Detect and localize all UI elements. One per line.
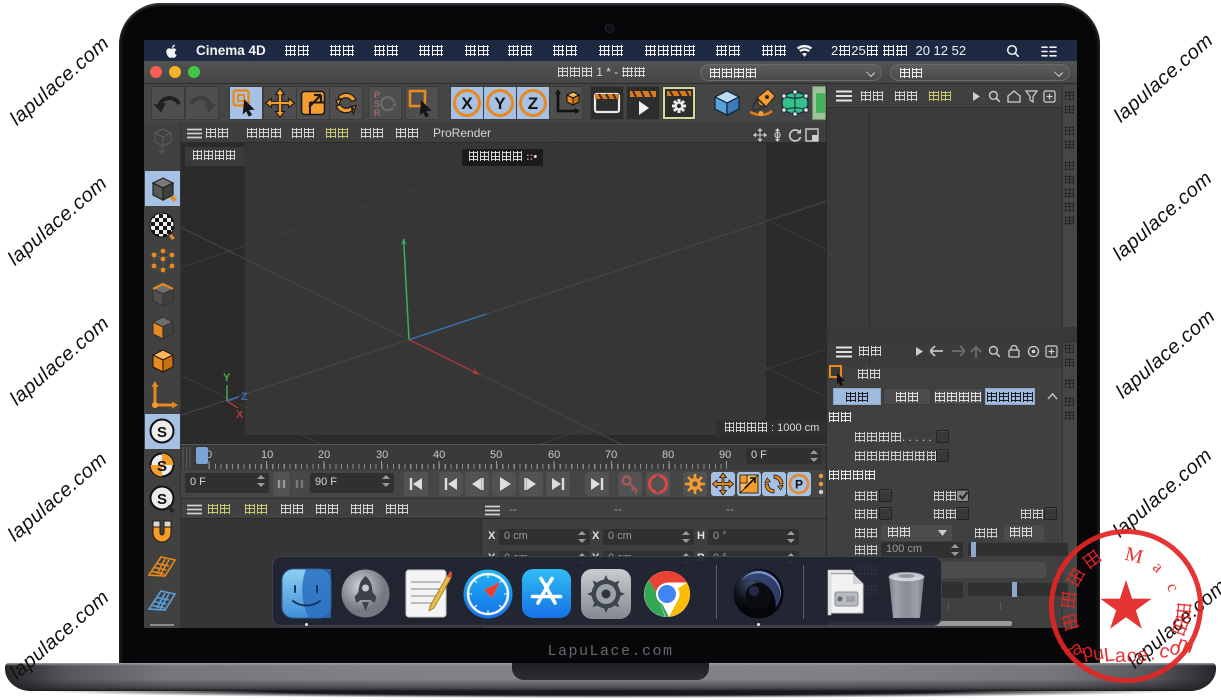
- svg-text:X: X: [236, 409, 244, 421]
- svg-text:Z: Z: [241, 391, 248, 403]
- svg-text:a: a: [1149, 557, 1168, 576]
- svg-text:90: 90: [719, 449, 731, 461]
- svg-text:80: 80: [662, 449, 674, 461]
- svg-text:Y: Y: [223, 372, 231, 384]
- svg-text:e: e: [1136, 644, 1149, 667]
- svg-text:S: S: [157, 491, 167, 508]
- svg-text:S: S: [157, 458, 167, 475]
- svg-text:70: 70: [605, 449, 617, 461]
- svg-text:R: R: [374, 108, 381, 118]
- svg-text:Y: Y: [494, 94, 506, 113]
- svg-text:60: 60: [548, 449, 560, 461]
- svg-text:30: 30: [376, 449, 388, 461]
- svg-text:10: 10: [261, 449, 273, 461]
- svg-text:a: a: [1115, 645, 1127, 667]
- svg-text:X: X: [461, 94, 473, 113]
- svg-text:20: 20: [318, 449, 330, 461]
- svg-text:P: P: [795, 478, 803, 492]
- svg-text:50: 50: [490, 449, 502, 461]
- svg-text:c: c: [1163, 580, 1184, 595]
- svg-text:.: .: [1149, 642, 1158, 665]
- svg-text:40: 40: [433, 449, 445, 461]
- svg-text:M: M: [1123, 543, 1146, 569]
- svg-text:Z: Z: [528, 94, 538, 113]
- svg-text:S: S: [157, 424, 167, 441]
